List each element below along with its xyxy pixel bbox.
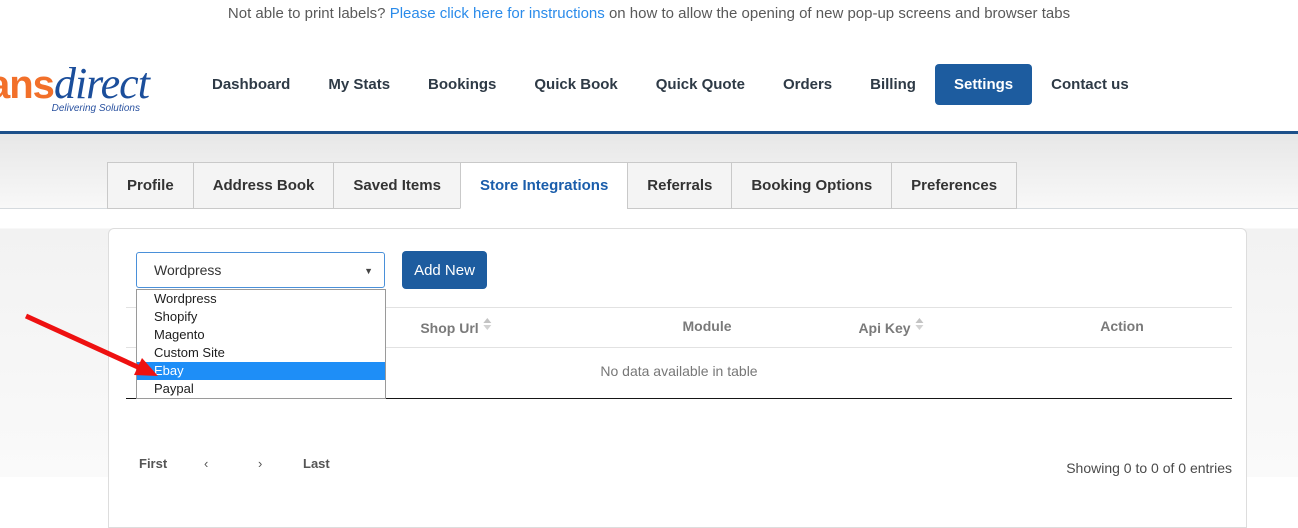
sort-icon <box>916 318 924 330</box>
tab-referrals[interactable]: Referrals <box>627 162 732 209</box>
option-ebay[interactable]: Ebay <box>137 362 385 380</box>
column-header-shop-url-label: Shop Url <box>420 320 478 336</box>
column-header-api-key[interactable]: Api Key <box>858 318 923 336</box>
settings-tabs: Profile Address Book Saved Items Store I… <box>107 162 1016 209</box>
nav-item-orders[interactable]: Orders <box>764 64 851 105</box>
option-custom-site[interactable]: Custom Site <box>137 344 385 362</box>
column-header-shop-url[interactable]: Shop Url <box>420 318 491 336</box>
tab-booking-options[interactable]: Booking Options <box>731 162 892 209</box>
sort-icon <box>484 318 492 330</box>
caret-down-icon: ▼ <box>364 266 373 276</box>
nav-item-quick-quote[interactable]: Quick Quote <box>637 64 764 105</box>
nav-item-billing[interactable]: Billing <box>851 64 935 105</box>
add-new-button[interactable]: Add New <box>402 251 487 289</box>
logo-part-blue: direct <box>54 59 149 108</box>
option-magento[interactable]: Magento <box>137 326 385 344</box>
nav-item-bookings[interactable]: Bookings <box>409 64 515 105</box>
tab-preferences[interactable]: Preferences <box>891 162 1017 209</box>
column-header-action-label: Action <box>1100 318 1144 334</box>
column-header-action[interactable]: Action <box>1100 318 1144 334</box>
instructions-link[interactable]: Please click here for instructions <box>390 5 605 22</box>
pagination-first[interactable]: First <box>139 456 167 471</box>
store-integrations-panel: Wordpress ▼ Add New Shop Url Module Api … <box>108 228 1247 528</box>
store-type-select-value: Wordpress <box>154 262 221 278</box>
store-type-select[interactable]: Wordpress ▼ <box>136 252 385 288</box>
store-type-dropdown-list: Wordpress Shopify Magento Custom Site Eb… <box>136 289 386 399</box>
tab-profile[interactable]: Profile <box>107 162 194 209</box>
settings-tab-band: Profile Address Book Saved Items Store I… <box>0 134 1298 209</box>
nav-item-dashboard[interactable]: Dashboard <box>193 64 309 105</box>
column-header-module[interactable]: Module <box>683 318 732 334</box>
column-header-module-label: Module <box>683 318 732 334</box>
company-logo[interactable]: ansdirect Delivering Solutions <box>0 58 168 114</box>
option-shopify[interactable]: Shopify <box>137 308 385 326</box>
nav-item-contact-us[interactable]: Contact us <box>1032 64 1148 105</box>
pagination-prev[interactable]: ‹ <box>204 456 208 471</box>
banner-text-suffix: on how to allow the opening of new pop-u… <box>605 5 1070 22</box>
pagination-next[interactable]: › <box>258 456 262 471</box>
nav-item-quick-book[interactable]: Quick Book <box>515 64 636 105</box>
nav-item-settings[interactable]: Settings <box>935 64 1032 105</box>
option-paypal[interactable]: Paypal <box>137 380 385 398</box>
tab-store-integrations[interactable]: Store Integrations <box>460 162 628 209</box>
column-header-api-key-label: Api Key <box>858 320 910 336</box>
logo-part-orange: ans <box>0 63 54 107</box>
tab-address-book[interactable]: Address Book <box>193 162 335 209</box>
banner-text-prefix: Not able to print labels? <box>228 5 390 22</box>
logo-wordmark: ansdirect <box>0 58 168 109</box>
table-info-text: Showing 0 to 0 of 0 entries <box>1066 460 1232 476</box>
pagination-last[interactable]: Last <box>303 456 330 471</box>
option-wordpress[interactable]: Wordpress <box>137 290 385 308</box>
popup-instructions-banner: Not able to print labels? Please click h… <box>0 5 1298 22</box>
tab-saved-items[interactable]: Saved Items <box>333 162 461 209</box>
nav-item-my-stats[interactable]: My Stats <box>309 64 409 105</box>
main-nav: Dashboard My Stats Bookings Quick Book Q… <box>193 62 1148 106</box>
